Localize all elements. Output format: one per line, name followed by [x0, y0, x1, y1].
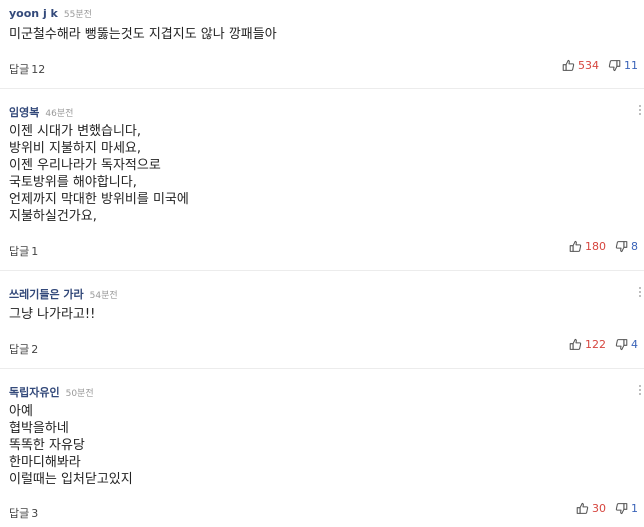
- comment-meta: 독립자유인 50분전: [9, 384, 94, 400]
- dislike-button[interactable]: 4: [615, 338, 638, 351]
- reply-button[interactable]: 답글 3: [9, 505, 38, 521]
- comment-actions: 122 4: [569, 338, 638, 351]
- thumbs-up-icon: [562, 59, 575, 71]
- comment-meta: 쓰레기들은 가라 54분전: [9, 286, 118, 302]
- comment-line: 지불하실건가요,: [9, 209, 97, 224]
- comment-line: 한마디해봐라: [9, 455, 81, 470]
- more-options-button[interactable]: [638, 287, 642, 297]
- comment-body: 미군철수해라 뻥뚫는것도 지겹지도 않나 깡패들아: [9, 26, 624, 43]
- comment-author[interactable]: 쓰레기들은 가라: [9, 286, 84, 302]
- comment-author[interactable]: yoon j k: [9, 7, 58, 20]
- like-count: 180: [585, 240, 606, 253]
- thumbs-up-icon: [576, 502, 589, 514]
- dislike-button[interactable]: 8: [615, 240, 638, 253]
- dislike-count: 1: [631, 502, 638, 515]
- comment-author[interactable]: 임영복: [9, 104, 39, 120]
- dislike-button[interactable]: 11: [608, 59, 638, 72]
- comment-line: 방위비 지불하지 마세요,: [9, 141, 141, 156]
- comment-line: 국토방위를 해야합니다,: [9, 175, 137, 190]
- comment-time: 55분전: [63, 10, 92, 20]
- comment-time: 50분전: [65, 389, 94, 399]
- comment-list: yoon j k 55분전 미군철수해라 뻥뚫는것도 지겹지도 않나 깡패들아 …: [0, 0, 644, 527]
- comment-line: 이럴때는 입처닫고있지: [9, 472, 133, 487]
- reply-count: 12: [31, 63, 46, 76]
- comment-actions: 30 1: [576, 502, 638, 515]
- comment-actions: 180 8: [569, 240, 638, 253]
- like-count: 122: [585, 338, 606, 351]
- comment-actions: 534 11: [562, 59, 638, 72]
- reply-count: 2: [31, 343, 39, 356]
- comment-time: 54분전: [89, 291, 118, 301]
- comment-line: 똑똑한 자유당: [9, 438, 85, 453]
- comment-line: 아예: [9, 404, 33, 419]
- thumbs-down-icon: [615, 241, 628, 253]
- comment-item: 임영복 46분전 이젠 시대가 변했습니다, 방위비 지불하지 마세요, 이젠 …: [0, 89, 644, 271]
- reply-button[interactable]: 답글 12: [9, 61, 45, 77]
- thumbs-up-icon: [569, 240, 582, 252]
- thumbs-down-icon: [615, 503, 628, 515]
- comment-meta: 임영복 46분전: [9, 104, 73, 120]
- comment-body: 이젠 시대가 변했습니다, 방위비 지불하지 마세요, 이젠 우리나라가 독자적…: [9, 123, 624, 225]
- like-button[interactable]: 534: [562, 59, 599, 72]
- dislike-count: 4: [631, 338, 638, 351]
- comment-body: 아예 협박을하네 똑똑한 자유당 한마디해봐라 이럴때는 입처닫고있지: [9, 403, 624, 488]
- more-options-button[interactable]: [638, 385, 642, 395]
- comment-line: 언제까지 막대한 방위비를 미국에: [9, 192, 189, 207]
- like-count: 30: [592, 502, 606, 515]
- like-button[interactable]: 122: [569, 338, 606, 351]
- comment-line: 협박을하네: [9, 421, 69, 436]
- comment-item: yoon j k 55분전 미군철수해라 뻥뚫는것도 지겹지도 않나 깡패들아 …: [0, 0, 644, 89]
- comment-line: 그냥 나가라고!!: [9, 307, 96, 322]
- thumbs-down-icon: [608, 60, 621, 72]
- comment-body: 그냥 나가라고!!: [9, 306, 624, 323]
- reply-count: 1: [31, 245, 39, 258]
- reply-button[interactable]: 답글 1: [9, 243, 38, 259]
- comment-meta: yoon j k 55분전: [9, 7, 92, 20]
- reply-label: 답글: [9, 343, 30, 356]
- comment-line: 미군철수해라 뻥뚫는것도 지겹지도 않나 깡패들아: [9, 27, 277, 42]
- more-options-button[interactable]: [638, 105, 642, 115]
- comment-item: 쓰레기들은 가라 54분전 그냥 나가라고!! 답글 2 122 4: [0, 271, 644, 369]
- reply-button[interactable]: 답글 2: [9, 341, 38, 357]
- reply-label: 답글: [9, 63, 30, 76]
- comment-line: 이젠 시대가 변했습니다,: [9, 124, 141, 139]
- like-button[interactable]: 30: [576, 502, 606, 515]
- comment-author[interactable]: 독립자유인: [9, 384, 60, 400]
- reply-label: 답글: [9, 507, 30, 520]
- thumbs-down-icon: [615, 339, 628, 351]
- like-button[interactable]: 180: [569, 240, 606, 253]
- dislike-count: 11: [624, 59, 638, 72]
- comment-line: 이젠 우리나라가 독자적으로: [9, 158, 161, 173]
- like-count: 534: [578, 59, 599, 72]
- reply-count: 3: [31, 507, 39, 520]
- thumbs-up-icon: [569, 338, 582, 350]
- dislike-button[interactable]: 1: [615, 502, 638, 515]
- comment-time: 46분전: [45, 109, 74, 119]
- comment-item: 독립자유인 50분전 아예 협박을하네 똑똑한 자유당 한마디해봐라 이럴때는 …: [0, 369, 644, 527]
- reply-label: 답글: [9, 245, 30, 258]
- dislike-count: 8: [631, 240, 638, 253]
